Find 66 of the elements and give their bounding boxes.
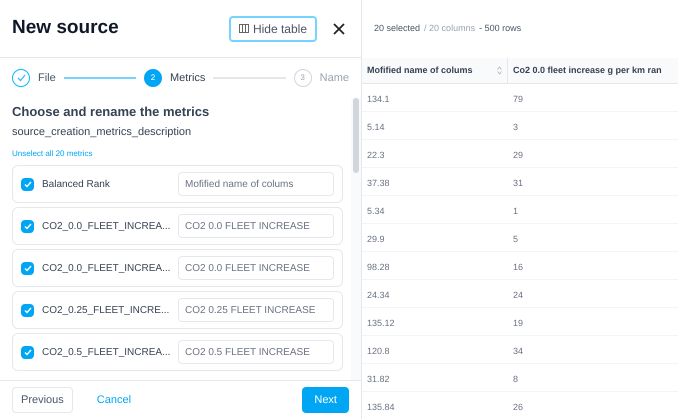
panel-title: New source bbox=[12, 16, 120, 40]
rename-field[interactable]: CO2 0.5 FLEET INCREASE bbox=[178, 340, 334, 364]
cancel-button[interactable]: Cancel bbox=[96, 392, 132, 408]
section-description: source_creation_metrics_description bbox=[12, 124, 192, 140]
table-cell: 5 bbox=[513, 234, 518, 244]
table-cell: 134.1 bbox=[367, 94, 390, 104]
rename-field[interactable]: Mofified name of colums bbox=[178, 172, 334, 196]
metric-name: CO2_0.0_FLEET_INCREA... bbox=[42, 220, 170, 234]
table-cell: 135.12 bbox=[367, 318, 395, 328]
check-icon bbox=[24, 180, 32, 188]
table-cell: 19 bbox=[513, 318, 524, 328]
check-icon bbox=[24, 264, 32, 272]
table-cell: 26 bbox=[513, 402, 524, 412]
table-cell: 5.34 bbox=[367, 206, 385, 216]
hide-table-button[interactable]: Hide table bbox=[228, 16, 317, 42]
sort-icon[interactable] bbox=[497, 66, 502, 75]
rename-field[interactable]: CO2 0.0 FLEET INCREASE bbox=[178, 214, 334, 238]
check-icon bbox=[24, 348, 32, 356]
table-cell: 31 bbox=[513, 178, 524, 188]
table-cell: 98.28 bbox=[367, 262, 390, 272]
scrollbar-thumb[interactable] bbox=[353, 98, 359, 173]
check-icon bbox=[24, 222, 32, 230]
metric-name: CO2_0.25_FLEET_INCRE... bbox=[42, 304, 170, 318]
checkbox[interactable] bbox=[21, 178, 34, 190]
rename-field[interactable]: CO2 0.25 FLEET INCREASE bbox=[178, 298, 334, 322]
next-button[interactable]: Next bbox=[302, 387, 349, 413]
table-cell: 29.9 bbox=[367, 234, 385, 244]
checkbox[interactable] bbox=[21, 262, 34, 274]
check-icon bbox=[24, 306, 32, 314]
table-cell: 37.38 bbox=[367, 178, 390, 188]
metric-name: CO2_0.5_FLEET_INCREA... bbox=[42, 346, 170, 360]
checkbox[interactable] bbox=[21, 220, 34, 232]
table-cell: 24.34 bbox=[367, 290, 390, 300]
table-cell: 1 bbox=[513, 206, 518, 216]
metric-name: Balanced Rank bbox=[42, 178, 111, 192]
metric-name: CO2_0.0_FLEET_INCREA... bbox=[42, 262, 170, 276]
checkbox[interactable] bbox=[21, 346, 34, 358]
table-cell: 24 bbox=[513, 290, 524, 300]
column-header[interactable]: Mofified name of colums bbox=[367, 64, 473, 78]
step-number: 3 bbox=[294, 69, 312, 87]
table-cell: 3 bbox=[513, 122, 518, 132]
table-cell: 120.8 bbox=[367, 346, 390, 356]
checkbox[interactable] bbox=[21, 304, 34, 316]
unselect-all-link[interactable]: Unselect all 20 metrics bbox=[12, 148, 92, 160]
table-cell: 135.84 bbox=[367, 402, 395, 412]
table-cell: 16 bbox=[513, 262, 524, 272]
section-heading: Choose and rename the metrics bbox=[12, 103, 210, 121]
table-cell: 29 bbox=[513, 150, 524, 160]
column-count: / 20 columns bbox=[424, 22, 476, 36]
columns-icon bbox=[238, 24, 249, 33]
row-count: - 500 rows bbox=[479, 22, 522, 36]
step-label: Metrics bbox=[170, 70, 206, 86]
step-label: Name bbox=[320, 70, 349, 86]
close-icon[interactable] bbox=[333, 22, 345, 34]
table-cell: 79 bbox=[513, 94, 524, 104]
column-header[interactable]: Co2 0.0 fleet increase g per km ran bbox=[513, 64, 662, 78]
table-cell: 31.82 bbox=[367, 374, 390, 384]
table-cell: 5.14 bbox=[367, 122, 385, 132]
table-cell: 8 bbox=[513, 374, 518, 384]
rename-field[interactable]: CO2 0.0 FLEET INCREASE bbox=[178, 256, 334, 280]
table-cell: 34 bbox=[513, 346, 524, 356]
step-label: File bbox=[38, 70, 56, 86]
previous-button[interactable]: Previous bbox=[12, 387, 73, 413]
table-cell: 22.3 bbox=[367, 150, 385, 160]
step-number: 2 bbox=[144, 69, 162, 87]
selected-count: 20 selected bbox=[374, 22, 420, 36]
